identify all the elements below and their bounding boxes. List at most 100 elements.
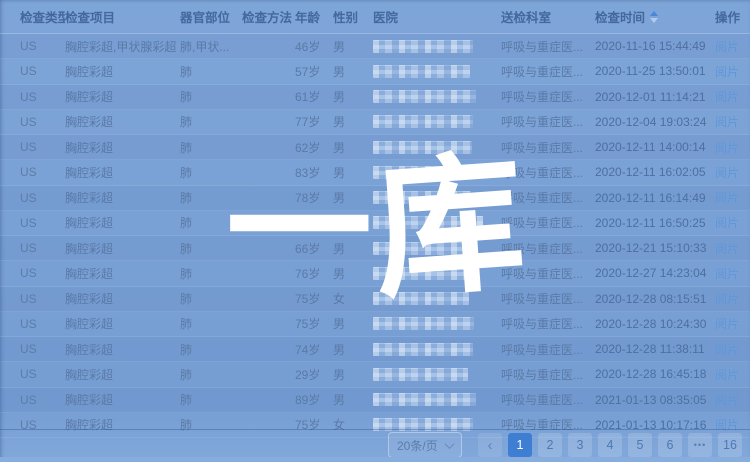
cell-action: 阅片 (715, 88, 750, 105)
censored-hospital-name (373, 317, 474, 330)
cell-age: 83岁 (295, 164, 333, 181)
cell-item: 胸腔彩超 (65, 189, 180, 206)
view-images-link[interactable]: 阅片 (715, 267, 739, 281)
cell-age: 29岁 (295, 366, 333, 383)
cell-age: 74岁 (295, 341, 333, 358)
view-images-link[interactable]: 阅片 (715, 393, 739, 407)
censored-hospital-name (373, 292, 469, 305)
column-header: 医院 (373, 7, 501, 26)
cell-time: 2020-12-11 16:14:49 (595, 191, 715, 205)
cell-hospital (373, 393, 501, 406)
view-images-link[interactable]: 阅片 (715, 90, 739, 104)
cell-item: 胸腔彩超 (65, 366, 180, 383)
cell-dept: 呼吸与重症医... (501, 88, 595, 105)
cell-time: 2021-01-13 08:35:05 (595, 393, 715, 407)
page-button-4[interactable]: 4 (598, 433, 622, 457)
cell-hospital (373, 242, 501, 255)
table-row[interactable]: US胸腔彩超肺74岁男呼吸与重症医...2020-12-28 11:38:11阅… (0, 337, 750, 362)
column-header-label: 操作 (715, 7, 740, 26)
cell-time: 2020-11-16 15:44:49 (595, 39, 715, 53)
censored-hospital-name (373, 368, 468, 381)
cell-organ: 肺 (180, 366, 242, 383)
table-row[interactable]: US胸腔彩超肺62岁男呼吸与重症医...2020-12-11 14:00:14阅… (0, 135, 750, 160)
cell-item: 胸腔彩超 (65, 139, 180, 156)
table-row[interactable]: US胸腔彩超,甲状腺彩超肺,甲状...46岁男呼吸与重症医...2020-11-… (0, 34, 750, 59)
view-images-link[interactable]: 阅片 (715, 343, 739, 357)
cell-time: 2020-12-11 16:50:25 (595, 216, 715, 230)
cell-hospital (373, 115, 501, 128)
column-header-label: 送检科室 (501, 7, 551, 26)
column-header[interactable]: 检查时间 (595, 7, 715, 26)
table-header-row: 检查类型检查项目器官部位检查方法年龄性别医院送检科室检查时间操作 (0, 0, 750, 34)
cell-type: US (0, 140, 65, 154)
cell-dept: 呼吸与重症医... (501, 240, 595, 257)
cell-hospital (373, 141, 501, 154)
cell-action: 阅片 (715, 315, 750, 332)
sort-ascending-icon[interactable] (650, 11, 658, 23)
page-button-6[interactable]: 6 (658, 433, 682, 457)
view-images-link[interactable]: 阅片 (715, 166, 739, 180)
table-row[interactable]: US胸腔彩超肺89岁男呼吸与重症医...2021-01-13 08:35:05阅… (0, 388, 750, 413)
table-row[interactable]: US胸腔彩超肺61岁男呼吸与重症医...2020-12-01 11:14:21阅… (0, 85, 750, 110)
table-row[interactable]: US胸腔彩超肺78岁男呼吸与重症医...2020-12-11 16:14:49阅… (0, 186, 750, 211)
cell-time: 2020-12-04 19:03:24 (595, 115, 715, 129)
cell-age: 77岁 (295, 113, 333, 130)
page-size-select[interactable]: 20条/页 (388, 432, 462, 458)
censored-hospital-name (373, 40, 473, 53)
cell-time: 2020-12-11 16:02:05 (595, 165, 715, 179)
table-row[interactable]: US胸腔彩超肺57岁男呼吸与重症医...2020-11-25 13:50:01阅… (0, 59, 750, 84)
view-images-link[interactable]: 阅片 (715, 292, 739, 306)
table-row[interactable]: US胸腔彩超肺76岁男呼吸与重症医...2020-12-27 14:23:04阅… (0, 261, 750, 286)
cell-type: US (0, 241, 65, 255)
censored-hospital-name (373, 90, 476, 103)
censored-hospital-name (373, 216, 483, 229)
cell-hospital (373, 317, 501, 330)
page-button-3[interactable]: 3 (568, 433, 592, 457)
view-images-link[interactable]: 阅片 (715, 191, 739, 205)
page-button-5[interactable]: 5 (628, 433, 652, 457)
cell-gender: 男 (333, 265, 373, 282)
caret-up-icon (650, 11, 658, 16)
view-images-link[interactable]: 阅片 (715, 242, 739, 256)
table-row[interactable]: US胸腔彩超肺75岁男呼吸与重症医...2020-12-28 10:24:30阅… (0, 312, 750, 337)
page-button-1[interactable]: 1 (508, 433, 532, 457)
cell-time: 2020-12-21 15:10:33 (595, 241, 715, 255)
cell-hospital (373, 216, 501, 229)
view-images-link[interactable]: 阅片 (715, 141, 739, 155)
view-images-link[interactable]: 阅片 (715, 317, 739, 331)
table-row[interactable]: US胸腔彩超肺83岁男呼吸与重症医...2020-12-11 16:02:05阅… (0, 160, 750, 185)
view-images-link[interactable]: 阅片 (715, 40, 739, 54)
table-row[interactable]: US胸腔彩超肺76岁女呼吸与重症医...2020-12-11 16:50:25阅… (0, 211, 750, 236)
view-images-link[interactable]: 阅片 (715, 216, 739, 230)
page-button-16[interactable]: 16 (718, 433, 742, 457)
view-images-link[interactable]: 阅片 (715, 115, 739, 129)
more-pages-button[interactable]: ••• (688, 433, 712, 457)
cell-dept: 呼吸与重症医... (501, 341, 595, 358)
cell-item: 胸腔彩超 (65, 341, 180, 358)
table-row[interactable]: US胸腔彩超肺77岁男呼吸与重症医...2020-12-04 19:03:24阅… (0, 110, 750, 135)
cell-type: US (0, 342, 65, 356)
censored-hospital-name (373, 166, 477, 179)
table-row[interactable]: US胸腔彩超肺66岁男呼吸与重症医...2020-12-21 15:10:33阅… (0, 236, 750, 261)
censored-hospital-name (373, 393, 476, 406)
view-images-link[interactable]: 阅片 (715, 65, 739, 79)
cell-organ: 肺 (180, 315, 242, 332)
column-header-label: 检查类型 (20, 7, 65, 26)
cell-gender: 男 (333, 341, 373, 358)
page-button-2[interactable]: 2 (538, 433, 562, 457)
view-images-link[interactable]: 阅片 (715, 368, 739, 382)
cell-organ: 肺 (180, 189, 242, 206)
prev-page-button[interactable]: ‹ (478, 433, 502, 457)
cell-type: US (0, 317, 65, 331)
table-row[interactable]: US胸腔彩超肺75岁女呼吸与重症医...2020-12-28 08:15:51阅… (0, 287, 750, 312)
column-header-label: 医院 (373, 7, 398, 26)
table-row[interactable]: US胸腔彩超肺29岁男呼吸与重症医...2020-12-28 16:45:18阅… (0, 362, 750, 387)
cell-organ: 肺 (180, 113, 242, 130)
cell-time: 2020-12-11 14:00:14 (595, 140, 715, 154)
page-background-strip (0, 457, 750, 462)
cell-action: 阅片 (715, 38, 750, 55)
cell-item: 胸腔彩超 (65, 391, 180, 408)
cell-age: 61岁 (295, 88, 333, 105)
chevron-down-icon (445, 439, 455, 449)
cell-gender: 男 (333, 139, 373, 156)
